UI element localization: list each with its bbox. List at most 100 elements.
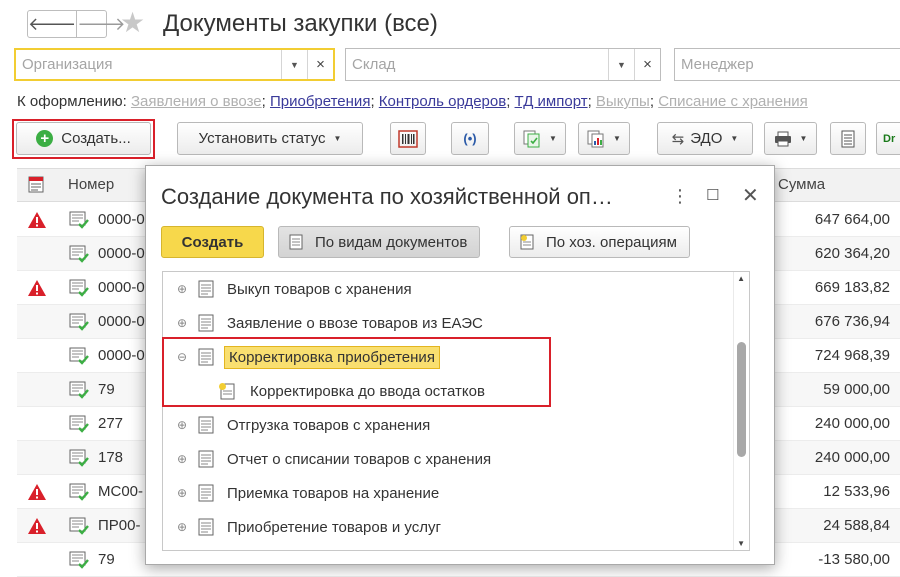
create-based-on-button[interactable]: ▼ [514, 122, 566, 155]
warning-icon [28, 484, 46, 500]
expand-icon[interactable]: ⊕ [176, 520, 188, 534]
cell-number: 0000-0 [98, 347, 145, 364]
link-storage-writeoff[interactable]: Списание с хранения [658, 93, 808, 110]
document-icon [198, 416, 214, 434]
documents-green-icon [523, 130, 540, 147]
tree-item-label: Приобретение товаров и услуг [227, 518, 441, 536]
tree-item[interactable]: ⊕ Отчет о списании товаров с хранения [163, 442, 733, 476]
set-status-button[interactable]: Установить статус ▼ [177, 122, 363, 155]
link-purchases[interactable]: Приобретения [270, 93, 370, 110]
barcode-scan-button[interactable] [390, 122, 426, 155]
by-document-types-button[interactable]: По видам документов [278, 226, 481, 258]
dr-button[interactable]: Dr [876, 122, 900, 155]
cell-number: 0000-0 [98, 245, 145, 262]
link-td-import[interactable]: ТД импорт [515, 93, 588, 110]
manager-field[interactable]: Менеджер [674, 48, 900, 81]
document-icon [289, 234, 303, 250]
tree-item-label: Отчет о списании товаров с хранения [227, 450, 492, 468]
edo-icon: ⇆ [671, 130, 685, 148]
cell-sum: 669 183,82 [814, 279, 890, 296]
tree-item[interactable]: ⊕ Заявление о ввозе товаров из ЕАЭС [163, 306, 733, 340]
tree-item-label: Выкуп товаров с хранения [227, 280, 412, 298]
column-header-sum[interactable]: Сумма [778, 176, 825, 193]
posted-document-icon [69, 483, 89, 501]
warning-icon [28, 518, 46, 534]
tree-scrollbar[interactable]: ▲ ▼ [733, 272, 749, 550]
set-status-label: Установить статус [198, 130, 326, 147]
signal-icon: (•) [463, 131, 477, 146]
organization-field[interactable]: Организация ▼ × [14, 48, 335, 81]
more-vertical-icon[interactable]: ⋮ [671, 186, 689, 206]
barcode-icon [398, 129, 418, 148]
cell-number: 178 [98, 449, 124, 466]
cell-number: 0000-0 [98, 211, 145, 228]
warning-icon [28, 280, 46, 296]
navigation-buttons: 🡐 🡒 [27, 10, 126, 38]
forward-button[interactable]: 🡒 [76, 11, 126, 37]
link-order-control[interactable]: Контроль ордеров [379, 93, 506, 110]
tree-item[interactable]: ⊕ Приобретение товаров и услуг [163, 510, 733, 544]
arrow-left-icon: 🡐 [28, 13, 77, 34]
print-button[interactable]: ▼ [764, 122, 817, 155]
edo-button[interactable]: ⇆ ЭДО ▼ [657, 122, 753, 155]
posted-document-icon [69, 279, 89, 297]
tree-item[interactable]: ⊕ Отгрузка товаров с хранения [163, 408, 733, 442]
chevron-down-icon: ▼ [333, 134, 342, 143]
dialog-create-button[interactable]: Создать [161, 226, 264, 258]
maximize-icon[interactable]: ☐ [706, 186, 719, 206]
expand-icon[interactable]: ⊕ [176, 282, 188, 296]
cell-sum: 240 000,00 [814, 415, 890, 432]
to-process-label: К оформлению: [17, 93, 127, 110]
tree-item-label: Заявление о ввозе товаров из ЕАЭС [227, 314, 483, 332]
expand-icon[interactable]: ⊕ [176, 418, 188, 432]
plus-icon: + [36, 130, 54, 147]
list-settings-button[interactable] [830, 122, 866, 155]
cell-sum: 12 533,96 [823, 483, 890, 500]
posted-document-icon [69, 449, 89, 467]
chevron-down-icon[interactable]: ▼ [608, 49, 634, 80]
cell-sum: 676 736,94 [814, 313, 890, 330]
chevron-down-icon: ▼ [799, 134, 808, 143]
organization-placeholder: Организация [22, 56, 113, 73]
exchange-button[interactable]: (•) [451, 122, 489, 155]
star-icon[interactable]: ★ [120, 8, 145, 38]
tree-item-label: Приемка товаров на хранение [227, 484, 440, 502]
cell-number: 79 [98, 551, 115, 568]
reports-button[interactable]: ▼ [578, 122, 630, 155]
by-operations-button[interactable]: По хоз. операциям [509, 226, 690, 258]
cell-number: 0000-0 [98, 279, 145, 296]
warehouse-placeholder: Склад [352, 56, 396, 73]
printer-icon [774, 131, 791, 146]
scroll-up-icon[interactable]: ▲ [737, 274, 745, 283]
create-button[interactable]: + Создать... [16, 122, 151, 155]
clear-icon[interactable]: × [307, 50, 333, 79]
expand-icon[interactable]: ⊕ [176, 316, 188, 330]
dr-label: Dr [883, 132, 896, 145]
chevron-down-icon[interactable]: ▼ [281, 50, 307, 79]
cell-number: МС00- [98, 483, 144, 500]
scroll-down-icon[interactable]: ▼ [737, 539, 745, 548]
by-document-types-label: По видам документов [315, 233, 468, 251]
posted-document-icon [69, 245, 89, 263]
link-import-applications[interactable]: Заявления о ввозе [131, 93, 262, 110]
column-header-number[interactable]: Номер [68, 176, 114, 193]
warehouse-field[interactable]: Склад ▼ × [345, 48, 661, 81]
cell-sum: 620 364,20 [814, 245, 890, 262]
cell-sum: 724 968,39 [814, 347, 890, 364]
expand-icon[interactable]: ⊕ [176, 486, 188, 500]
expand-icon[interactable]: ⊕ [176, 452, 188, 466]
to-process-links: К оформлению: Заявления о ввозе; Приобре… [17, 93, 808, 110]
tree-item[interactable]: ⊕ Приемка товаров на хранение [163, 476, 733, 510]
posted-document-icon [69, 517, 89, 535]
scrollbar-thumb[interactable] [737, 342, 746, 457]
tree-item[interactable]: ⊕ Выкуп товаров с хранения [163, 272, 733, 306]
back-button[interactable]: 🡐 [28, 11, 76, 37]
clear-icon[interactable]: × [634, 49, 660, 80]
warning-icon [28, 212, 46, 228]
edo-label: ЭДО [690, 130, 723, 147]
link-buyouts[interactable]: Выкупы [596, 93, 650, 110]
cell-sum: 24 588,84 [823, 517, 890, 534]
close-icon[interactable]: ✕ [742, 186, 759, 206]
cell-sum: 647 664,00 [814, 211, 890, 228]
operation-tree: ⊕ Выкуп товаров с хранения ⊕ Заявление о вв… [162, 271, 750, 551]
